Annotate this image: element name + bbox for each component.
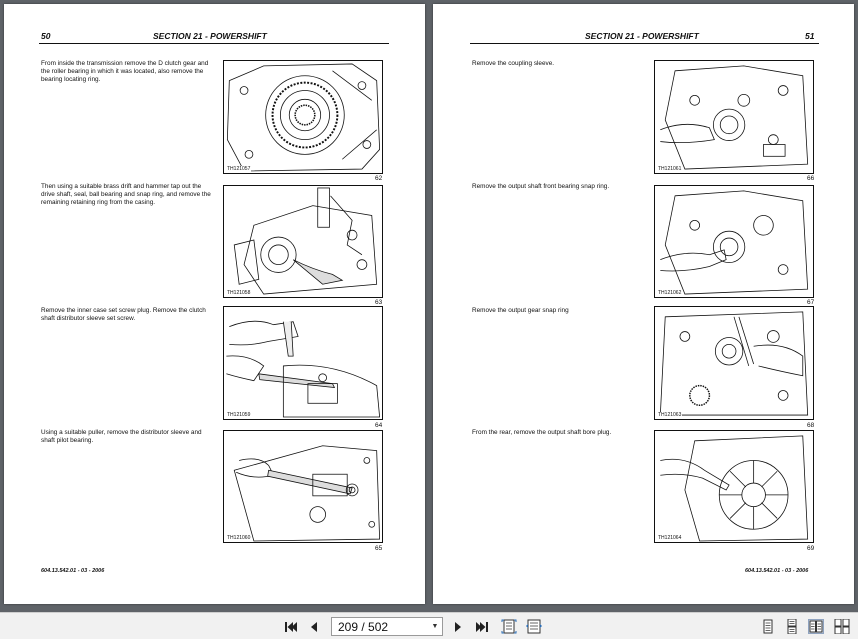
figure-illustration: TH121057 xyxy=(223,60,383,174)
navigation-toolbar: 209 / 502 ▼ xyxy=(0,612,858,639)
gear-illustration xyxy=(226,63,381,172)
two-page-icon xyxy=(809,620,823,633)
figure-number: 62 xyxy=(375,175,383,182)
drift-hammer-illustration xyxy=(233,187,378,295)
header-rule xyxy=(39,43,389,44)
figure-code: TH121057 xyxy=(226,166,252,172)
first-page-button[interactable] xyxy=(283,618,299,635)
puller-illustration xyxy=(233,445,381,542)
continuous-page-icon xyxy=(787,618,797,635)
bore-plug-illustration xyxy=(660,435,809,542)
figure-illustration: TH121059 xyxy=(223,306,383,420)
figure-code: TH121059 xyxy=(226,412,252,418)
next-page-icon xyxy=(455,621,461,632)
last-page-icon xyxy=(476,621,488,632)
prev-page-button[interactable] xyxy=(307,618,321,635)
figure-code: TH121064 xyxy=(657,535,683,541)
figure-illustration: TH121063 xyxy=(654,306,814,420)
figure-number: 65 xyxy=(375,545,383,552)
figure-illustration: TH121061 xyxy=(654,60,814,174)
next-page-button[interactable] xyxy=(451,618,465,635)
fit-width-button[interactable] xyxy=(526,618,542,635)
step-text: Then using a suitable brass drift and ha… xyxy=(41,183,211,206)
single-page-view-button[interactable] xyxy=(760,619,776,634)
figure-number: 68 xyxy=(807,422,815,429)
section-title: SECTION 21 - POWERSHIFT xyxy=(585,31,699,41)
figure-code: TH121063 xyxy=(657,412,683,418)
fit-page-button[interactable] xyxy=(501,618,517,635)
page-number: 51 xyxy=(805,31,815,41)
page-number-select[interactable]: 209 / 502 ▼ xyxy=(331,617,443,636)
fit-width-icon xyxy=(526,619,542,634)
first-page-icon xyxy=(285,621,297,632)
casing-illustration xyxy=(660,65,809,170)
two-page-view-button[interactable] xyxy=(808,619,824,634)
step-text: Remove the output gear snap ring xyxy=(472,307,569,314)
page-footer: 604.13.542.01 - 03 - 2006 xyxy=(41,568,105,574)
figure-illustration: TH121060 xyxy=(223,430,383,543)
page-number-value: 209 / 502 xyxy=(338,619,389,634)
continuous-view-button[interactable] xyxy=(784,618,800,635)
figure-number: 63 xyxy=(375,299,383,306)
figure-number: 67 xyxy=(807,299,815,306)
step-text: Using a suitable puller, remove the dist… xyxy=(41,429,202,444)
figure-code: TH121058 xyxy=(226,290,252,296)
figure-illustration: TH121058 xyxy=(223,185,383,298)
figure-code: TH121062 xyxy=(657,290,683,296)
figure-illustration: TH121062 xyxy=(654,185,814,298)
page-51: SECTION 21 - POWERSHIFT 51 Remove the co… xyxy=(433,4,854,604)
chevron-down-icon: ▼ xyxy=(431,623,439,630)
step-text: Remove the coupling sleeve. xyxy=(472,60,555,67)
figure-number: 64 xyxy=(375,422,383,429)
document-viewer[interactable]: 50 SECTION 21 - POWERSHIFT From inside t… xyxy=(0,0,858,612)
page-number: 50 xyxy=(41,31,51,41)
output-gear-illustration xyxy=(659,311,809,416)
figure-illustration: TH121064 xyxy=(654,430,814,543)
figure-code: TH121060 xyxy=(226,535,252,541)
snap-ring-illustration xyxy=(660,190,809,295)
header-rule xyxy=(470,43,819,44)
step-text: Remove the inner case set screw plug. Re… xyxy=(41,307,206,322)
screwdriver-illustration xyxy=(226,320,381,418)
last-page-button[interactable] xyxy=(474,618,490,635)
page-footer: 604.13.542.01 - 03 - 2006 xyxy=(745,568,809,574)
step-text: From the rear, remove the output shaft b… xyxy=(472,429,612,436)
figure-number: 66 xyxy=(807,175,815,182)
figure-code: TH121061 xyxy=(657,166,683,172)
two-page-continuous-icon xyxy=(834,618,850,635)
prev-page-icon xyxy=(311,621,317,632)
page-50: 50 SECTION 21 - POWERSHIFT From inside t… xyxy=(4,4,425,604)
step-text: Remove the output shaft front bearing sn… xyxy=(472,183,610,190)
section-title: SECTION 21 - POWERSHIFT xyxy=(153,31,267,41)
two-page-continuous-view-button[interactable] xyxy=(834,618,850,635)
fit-page-icon xyxy=(501,619,517,634)
single-page-icon xyxy=(763,619,773,634)
step-text: From inside the transmission remove the … xyxy=(41,60,209,83)
figure-number: 69 xyxy=(807,545,815,552)
